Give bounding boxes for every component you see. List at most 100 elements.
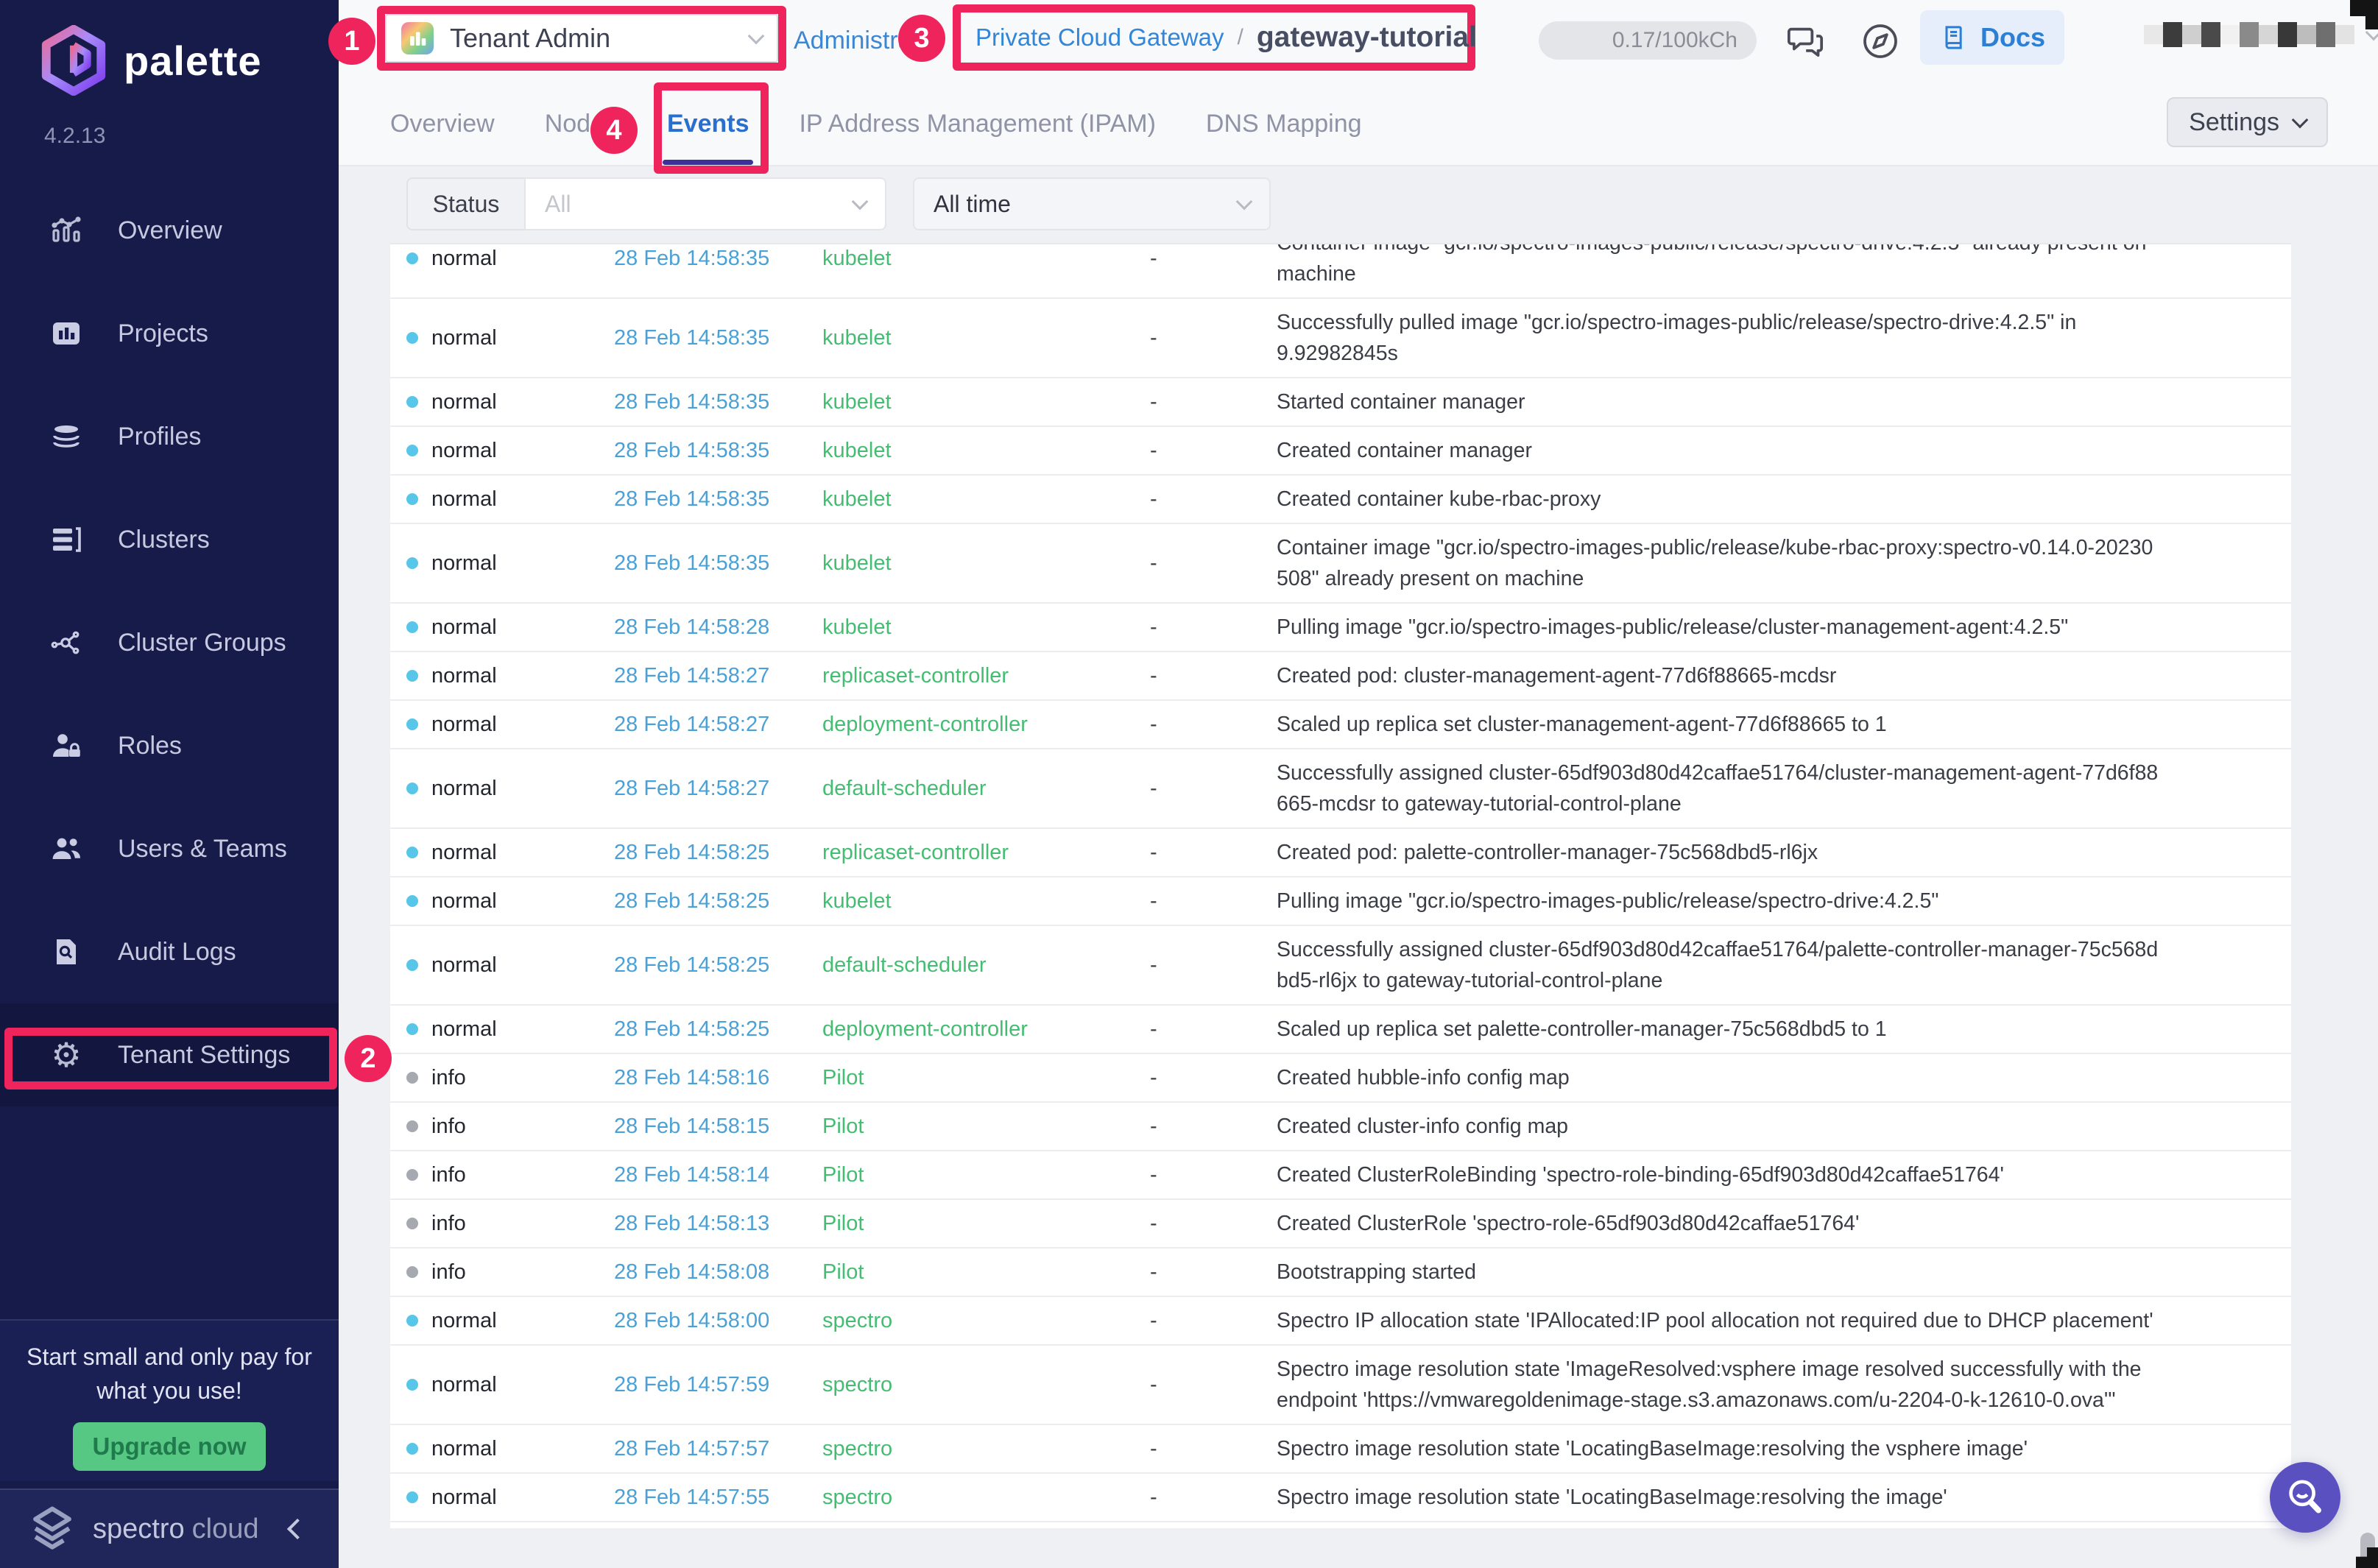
event-message-cell: Spectro image resolution state 'Locating… (1277, 1433, 2269, 1464)
event-target-cell: - (1150, 886, 1277, 917)
user-account-menu[interactable] (2144, 22, 2378, 47)
sidebar-item-label: Profiles (118, 423, 201, 451)
event-source-cell: spectro (822, 1305, 1150, 1336)
chevron-left-icon (287, 1519, 308, 1539)
status-label: normal (431, 386, 497, 417)
workspace-scope-dropdown[interactable]: Tenant Admin (385, 14, 778, 63)
sidebar-item-label: Overview (118, 216, 222, 245)
sidebar-item-tenant-settings[interactable]: ⚙Tenant Settings (0, 1003, 339, 1106)
status-dot-normal (406, 1443, 418, 1455)
event-message-cell: Pulling image "gcr.io/spectro-images-pub… (1277, 612, 2269, 643)
sidebar-item-audit-logs[interactable]: Audit Logs (0, 900, 339, 1003)
status-dot-info (406, 1266, 418, 1278)
table-row: info28 Feb 14:58:14Pilot-Created Cluster… (390, 1151, 2291, 1200)
settings-dropdown-button[interactable]: Settings (2167, 97, 2328, 147)
status-dot-normal (406, 895, 418, 907)
settings-label: Settings (2189, 108, 2279, 137)
event-date-cell: 28 Feb 14:58:28 (614, 612, 822, 643)
breadcrumb-parent-link[interactable]: Private Cloud Gateway (975, 24, 1224, 52)
status-label: normal (431, 773, 497, 804)
event-target-cell: - (1150, 1208, 1277, 1239)
event-status-cell: normal (406, 484, 614, 515)
credits-usage-pill: 0.17/100kCh (1539, 21, 1757, 60)
overview-icon (46, 213, 87, 248)
event-target-cell: - (1150, 1111, 1277, 1142)
table-row: normal28 Feb 14:58:25default-scheduler-S… (390, 926, 2291, 1006)
event-source-cell: Pilot (822, 1062, 1150, 1093)
breadcrumb-separator: / (1238, 25, 1243, 50)
time-range-select[interactable]: All time (913, 177, 1271, 230)
sidebar-item-label: Roles (118, 732, 182, 760)
status-dot-info (406, 1072, 418, 1084)
event-message-cell: Bootstrapping started (1277, 1257, 2269, 1288)
event-message-cell: Created cluster-info config map (1277, 1111, 2269, 1142)
status-filter-select[interactable]: All (524, 177, 886, 230)
event-target-cell: - (1150, 837, 1277, 868)
events-table: normal28 Feb 14:58:35kubelet-Container i… (390, 243, 2291, 1528)
chevron-down-icon (2292, 112, 2309, 129)
event-source-cell: kubelet (822, 548, 1150, 579)
sidebar-item-projects[interactable]: Projects (0, 282, 339, 385)
tab-ip-address-management-ipam[interactable]: IP Address Management (IPAM) (799, 82, 1155, 165)
chevron-down-icon (1236, 194, 1253, 211)
event-target-cell: - (1150, 1014, 1277, 1045)
sidebar-item-cluster-groups[interactable]: Cluster Groups (0, 591, 339, 694)
chat-feedback-icon[interactable] (1785, 21, 1826, 62)
event-date-cell: 28 Feb 14:58:35 (614, 435, 822, 466)
event-date-cell: 28 Feb 14:58:35 (614, 386, 822, 417)
status-dot-normal (406, 670, 418, 682)
tab-overview[interactable]: Overview (390, 82, 495, 165)
tab-events[interactable]: Events (667, 82, 749, 165)
sidebar-item-overview[interactable]: Overview (0, 179, 339, 282)
event-target-cell: - (1150, 435, 1277, 466)
administration-link[interactable]: Administra (794, 27, 912, 55)
upgrade-promo: Start small and only pay for what you us… (0, 1319, 339, 1481)
table-row: normal28 Feb 14:58:27replicaset-controll… (390, 652, 2291, 701)
sidebar-item-profiles[interactable]: Profiles (0, 385, 339, 488)
event-source-cell: default-scheduler (822, 950, 1150, 981)
event-target-cell: - (1150, 660, 1277, 691)
sidebar-item-clusters[interactable]: Clusters (0, 488, 339, 591)
sidebar-item-roles[interactable]: Roles (0, 694, 339, 797)
upgrade-now-button[interactable]: Upgrade now (73, 1422, 266, 1471)
event-date-cell: 28 Feb 14:57:57 (614, 1433, 822, 1464)
sidebar-item-users-teams[interactable]: Users & Teams (0, 797, 339, 900)
status-dot-normal (406, 332, 418, 344)
status-dot-info (406, 1169, 418, 1181)
table-row: normal28 Feb 14:57:57spectro-Spectro ima… (390, 1425, 2291, 1474)
event-date-cell: 28 Feb 14:58:08 (614, 1257, 822, 1288)
support-chat-fab[interactable] (2270, 1462, 2340, 1533)
status-label: normal (431, 435, 497, 466)
table-row: normal28 Feb 14:58:27deployment-controll… (390, 701, 2291, 749)
event-message-cell: Container image "gcr.io/spectro-images-p… (1277, 532, 2269, 594)
users-teams-icon (46, 831, 87, 866)
event-message-cell: Created container kube-rbac-proxy (1277, 484, 2269, 515)
status-dot-normal (406, 621, 418, 633)
sidebar-collapse-button[interactable] (280, 1514, 309, 1544)
status-dot-normal (406, 557, 418, 569)
compass-tour-icon[interactable] (1860, 21, 1901, 62)
table-row: normal28 Feb 14:57:55spectro-Spectro ima… (390, 1474, 2291, 1522)
event-status-cell: normal (406, 660, 614, 691)
table-row: info28 Feb 14:58:15Pilot-Created cluster… (390, 1103, 2291, 1151)
event-status-cell: normal (406, 1482, 614, 1513)
table-row: info28 Feb 14:58:08Pilot-Bootstrapping s… (390, 1249, 2291, 1297)
status-filter: Status All (406, 177, 886, 230)
event-date-cell: 28 Feb 14:58:25 (614, 950, 822, 981)
event-message-cell: Scaled up replica set palette-controller… (1277, 1014, 2269, 1045)
tabs-bar: OverviewNodesEventsIP Address Management… (339, 82, 2378, 166)
annotation-badge-4: 4 (590, 107, 638, 154)
docs-button[interactable]: Docs (1920, 10, 2064, 65)
event-status-cell: normal (406, 773, 614, 804)
event-status-cell: info (406, 1062, 614, 1093)
sidebar: palette 4.2.13 OverviewProjectsProfilesC… (0, 0, 339, 1568)
event-source-cell: spectro (822, 1433, 1150, 1464)
event-source-cell: kubelet (822, 612, 1150, 643)
annotation-box-tenant-admin: Tenant Admin (377, 6, 786, 71)
status-dot-info (406, 1218, 418, 1229)
event-target-cell: - (1150, 484, 1277, 515)
event-message-cell: Successfully assigned cluster-65df903d80… (1277, 757, 2269, 819)
status-dot-normal (406, 493, 418, 505)
event-status-cell: normal (406, 709, 614, 740)
tab-dns-mapping[interactable]: DNS Mapping (1206, 82, 1362, 165)
